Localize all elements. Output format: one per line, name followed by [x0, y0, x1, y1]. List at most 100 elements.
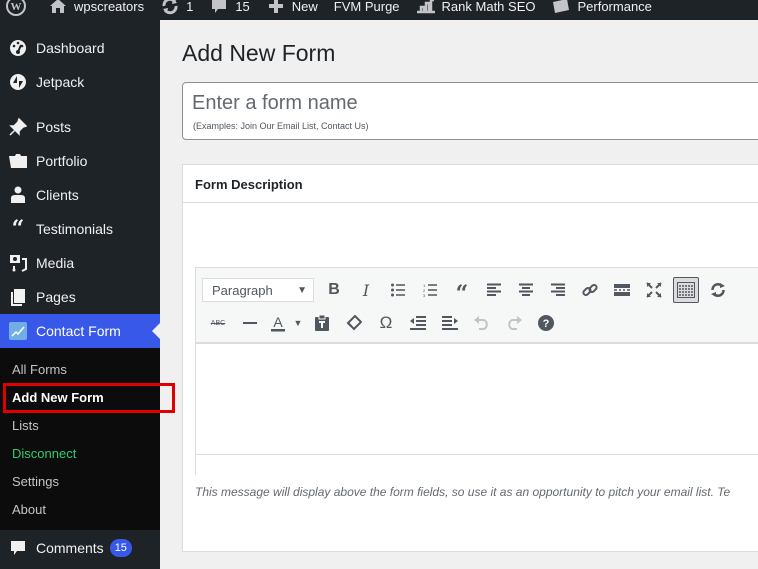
main-content: Add New Form (Examples: Join Our Email L… [160, 20, 758, 569]
admin-sidebar: Dashboard Jetpack Posts Portfolio Client… [0, 20, 160, 569]
eraser-icon [346, 315, 362, 331]
text-color-button[interactable]: A [266, 310, 290, 336]
sidebar-item-dashboard[interactable]: Dashboard [0, 31, 160, 65]
submenu-settings[interactable]: Settings [12, 474, 59, 489]
sidebar-label: Testimonials [36, 221, 114, 237]
panel-header: Form Description [183, 165, 758, 203]
dropdown-arrow-icon: ▼ [293, 318, 303, 328]
blockquote-button[interactable]: “ [446, 277, 478, 307]
sidebar-item-testimonials[interactable]: “ Testimonials [0, 212, 160, 246]
new-content-link[interactable]: New [258, 0, 326, 16]
fvm-purge-label: FVM Purge [333, 0, 400, 14]
read-more-button[interactable] [606, 277, 638, 303]
sidebar-label: Media [36, 255, 75, 271]
form-name-input[interactable] [192, 89, 752, 117]
sidebar-label: Posts [36, 119, 72, 135]
updates-link[interactable]: 1 [152, 0, 201, 16]
performance-icon [551, 0, 571, 16]
align-left-button[interactable] [478, 277, 510, 303]
media-icon [0, 254, 36, 272]
rank-math-icon [416, 0, 436, 16]
sidebar-label: Jetpack [36, 74, 85, 90]
plus-icon [266, 0, 286, 16]
align-center-button[interactable] [510, 277, 542, 303]
indent-icon [442, 316, 458, 330]
horizontal-line-button[interactable] [234, 310, 266, 336]
help-button[interactable]: ? [530, 310, 562, 336]
clear-formatting-button[interactable] [338, 310, 370, 336]
refresh-button[interactable] [702, 277, 734, 303]
redo-button[interactable] [498, 310, 530, 336]
italic-button[interactable]: I [350, 277, 382, 303]
contact-form-icon [0, 322, 36, 340]
help-icon: ? [538, 315, 554, 331]
sidebar-item-contact-form[interactable]: Contact Form [0, 314, 160, 348]
sidebar-item-media[interactable]: Media [0, 246, 160, 280]
submenu-lists[interactable]: Lists [12, 418, 39, 433]
editor-content-area[interactable] [196, 344, 758, 454]
editor-toolbar: Paragraph ▼ B I 123 “ ABC A ▼ Ω ? [196, 268, 758, 344]
redo-icon [508, 316, 522, 330]
numbered-list-button[interactable]: 123 [414, 277, 446, 303]
sidebar-label: Contact Form [36, 323, 121, 339]
toolbar-toggle-button[interactable] [673, 277, 699, 303]
text-color-icon: A [271, 314, 285, 332]
submenu-disconnect[interactable]: Disconnect [12, 446, 76, 461]
rank-math-link[interactable]: Rank Math SEO [408, 0, 544, 16]
align-right-button[interactable] [542, 277, 574, 303]
form-name-hint: (Examples: Join Our Email List, Contact … [193, 121, 369, 131]
comments-link[interactable]: 15 [201, 0, 257, 16]
new-label: New [291, 0, 318, 14]
insert-link-button[interactable] [574, 277, 606, 303]
sidebar-item-comments[interactable]: Comments 15 [0, 531, 160, 565]
read-more-icon [614, 284, 630, 296]
undo-button[interactable] [466, 310, 498, 336]
svg-text:W: W [11, 1, 22, 13]
updates-icon [160, 0, 180, 16]
special-character-button[interactable]: Ω [370, 310, 402, 336]
bullet-list-button[interactable] [382, 277, 414, 303]
toolbar-toggle-icon [677, 282, 695, 298]
paste-as-text-button[interactable] [306, 310, 338, 336]
format-select[interactable]: Paragraph ▼ [202, 278, 314, 302]
updates-count: 1 [186, 0, 194, 14]
sidebar-label: Clients [36, 187, 79, 203]
active-arrow [152, 323, 160, 339]
sidebar-label: Pages [36, 289, 76, 305]
pin-icon [0, 118, 36, 136]
form-description-panel: Form Description Paragraph ▼ B I 123 “ A… [182, 164, 758, 552]
clipboard-icon [315, 315, 329, 331]
bullet-list-icon [391, 283, 405, 297]
quote-icon: “ [455, 281, 469, 307]
text-color-dropdown[interactable]: ▼ [290, 310, 306, 336]
indent-button[interactable] [434, 310, 466, 336]
svg-text:?: ? [543, 318, 550, 330]
performance-link[interactable]: Performance [543, 0, 659, 16]
strikethrough-icon: ABC [210, 319, 226, 327]
sidebar-item-pages[interactable]: Pages [0, 280, 160, 314]
rank-math-label: Rank Math SEO [441, 0, 536, 14]
bold-button[interactable]: B [318, 277, 350, 303]
wordpress-logo-button[interactable]: W [0, 0, 40, 16]
fullscreen-button[interactable] [638, 277, 670, 303]
submenu-about[interactable]: About [12, 502, 46, 517]
form-name-box: (Examples: Join Our Email List, Contact … [182, 82, 758, 140]
comments-badge: 15 [109, 539, 132, 557]
align-left-icon [487, 283, 501, 296]
sidebar-item-jetpack[interactable]: Jetpack [0, 65, 160, 99]
outdent-button[interactable] [402, 310, 434, 336]
sidebar-item-clients[interactable]: Clients [0, 178, 160, 212]
submenu-all-forms[interactable]: All Forms [12, 362, 67, 377]
sidebar-item-posts[interactable]: Posts [0, 110, 160, 144]
refresh-icon [711, 283, 725, 297]
strikethrough-button[interactable]: ABC [202, 310, 234, 336]
fvm-purge-link[interactable]: FVM Purge [326, 0, 408, 16]
outdent-icon [410, 316, 426, 330]
site-name: wpscreators [74, 0, 145, 14]
link-icon [582, 283, 598, 297]
sidebar-label: Comments [36, 540, 104, 556]
site-name-link[interactable]: wpscreators [40, 0, 152, 16]
sidebar-item-portfolio[interactable]: Portfolio [0, 144, 160, 178]
editor-statusbar [196, 454, 758, 475]
dashboard-icon [0, 39, 36, 57]
